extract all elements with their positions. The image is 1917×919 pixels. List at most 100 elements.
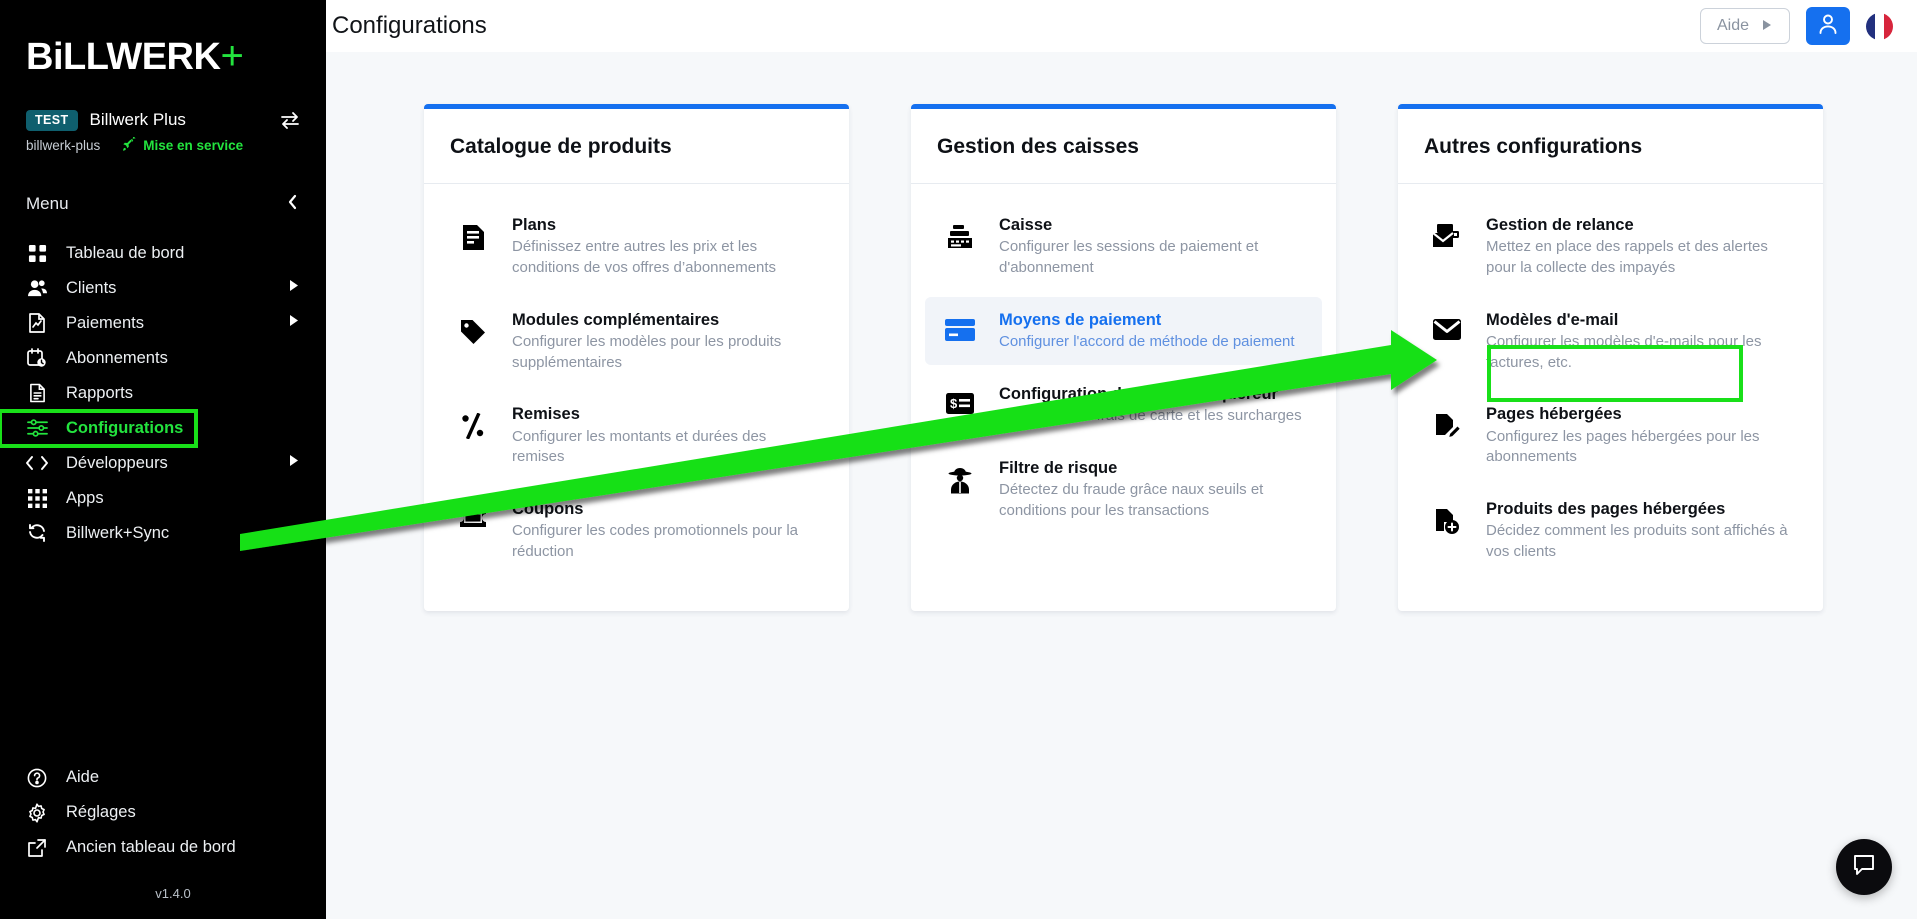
go-live-link[interactable]: Mise en service: [122, 135, 243, 155]
sync-icon: [26, 522, 48, 544]
user-icon: [1818, 13, 1838, 40]
sidebar-item-tableau-de-bord[interactable]: Tableau de bord: [0, 236, 326, 271]
card-title: Autres configurations: [1424, 135, 1643, 158]
config-item-produits-des-pages-hebergees[interactable]: Produits des pages hébergées Décidez com…: [1412, 486, 1809, 575]
card-body: Gestion de relance Mettez en place des r…: [1398, 184, 1823, 611]
menu-header: Menu: [0, 155, 326, 216]
config-item-moyens-de-paiement[interactable]: Moyens de paiement Configurer l'accord d…: [925, 296, 1322, 365]
page-title: Configurations: [332, 12, 487, 39]
config-item-pages-hebergees[interactable]: Pages hébergées Configurez les pages héb…: [1412, 391, 1809, 480]
chevron-right-icon[interactable]: [289, 454, 300, 472]
card-header: Catalogue de produits: [424, 109, 849, 184]
fee-card-icon: $: [941, 383, 979, 414]
gear-icon: [26, 802, 48, 824]
config-item-modeles-d-email[interactable]: Modèles d'e-mail Configurer les modèles …: [1412, 297, 1809, 386]
help-button[interactable]: Aide: [1699, 8, 1790, 44]
sidebar-item-label: Réglages: [66, 803, 136, 821]
sidebar-item-label: Billwerk+Sync: [66, 523, 170, 542]
flag-blue-band: [1866, 12, 1875, 40]
config-item-title: Configuration des frais d'acquéreur: [999, 384, 1278, 403]
code-icon: [26, 452, 48, 474]
config-item-desc: Décidez comment les produits sont affich…: [1486, 522, 1788, 560]
flag-red-band: [1884, 12, 1893, 40]
logo-text: BiLLWERK: [26, 36, 221, 78]
question-circle-icon: [26, 767, 48, 789]
language-selector[interactable]: [1866, 12, 1893, 40]
sidebar-item-reglages[interactable]: Réglages: [0, 795, 326, 830]
config-item-coupons[interactable]: Coupons Configurer les codes promotionne…: [438, 486, 835, 575]
sidebar-item-clients[interactable]: Clients: [0, 271, 326, 306]
config-item-title: Caisse: [999, 216, 1053, 234]
config-item-title: Pages hébergées: [1486, 405, 1622, 424]
config-item-remises[interactable]: Remises Configurer les montants et durée…: [438, 391, 835, 480]
switch-tenant-icon[interactable]: [280, 111, 300, 130]
sidebar-item-abonnements[interactable]: Abonnements: [0, 341, 326, 376]
config-item-title: Gestion de relance: [1486, 216, 1634, 234]
sidebar-item-apps[interactable]: Apps: [0, 481, 326, 516]
sidebar-item-aide[interactable]: Aide: [0, 760, 326, 795]
tag-icon: [454, 309, 492, 345]
sidebar-item-label: Configurations: [66, 418, 184, 437]
chevron-right-icon[interactable]: [289, 279, 300, 297]
chat-support-button[interactable]: [1836, 839, 1892, 895]
chevron-right-icon[interactable]: [289, 314, 300, 332]
sidebar-item-configurations[interactable]: Configurations: [0, 408, 198, 448]
collapse-sidebar-icon[interactable]: [286, 193, 300, 216]
config-item-title: Modèles d'e-mail: [1486, 310, 1619, 329]
percent-icon: [454, 403, 492, 440]
config-item-modules-complementaires[interactable]: Modules complémentaires Configurer les m…: [438, 297, 835, 386]
sidebar: BiLLWERK+ TEST Billwerk Plus billwerk-pl…: [0, 0, 326, 919]
config-item-text: Moyens de paiement Configurer l'accord d…: [999, 309, 1308, 353]
sidebar-item-billwerk-sync[interactable]: Billwerk+Sync: [0, 516, 326, 551]
config-item-text: Remises Configurer les montants et durée…: [512, 403, 821, 468]
config-item-title: Remises: [512, 405, 580, 424]
config-item-text: Modèles d'e-mail Configurer les modèles …: [1486, 309, 1795, 374]
sidebar-item-paiements[interactable]: Paiements: [0, 306, 326, 341]
cash-register-icon: [941, 214, 979, 250]
tenant-slug: billwerk-plus: [26, 138, 101, 153]
config-item-desc: Configurez les pages hébergées pour les …: [1486, 427, 1760, 466]
sidebar-item-ancien-tableau-de-bord[interactable]: Ancien tableau de bord: [0, 830, 326, 865]
card-autres-configurations: Autres configurations Gestion de relance…: [1398, 104, 1823, 611]
brand-logo[interactable]: BiLLWERK+: [0, 0, 326, 96]
config-item-text: Configuration des frais d'acquéreur Conf…: [999, 383, 1308, 427]
config-item-desc: Configurer les montants et durées des re…: [512, 427, 767, 466]
card-body: Caisse Configurer les sessions de paieme…: [911, 184, 1336, 569]
config-item-text: Plans Définissez entre autres les prix e…: [512, 214, 821, 279]
chat-bubble-icon: [1851, 852, 1877, 883]
config-item-desc: Configurer les modèles d'e-mails pour le…: [1486, 332, 1762, 371]
page-edit-icon: [1428, 403, 1466, 440]
logo-plus: +: [220, 34, 244, 78]
config-item-desc: Mettez en place des rappels et des alert…: [1486, 238, 1768, 276]
config-item-gestion-de-relance[interactable]: Gestion de relance Mettez en place des r…: [1412, 202, 1809, 291]
config-item-caisse[interactable]: Caisse Configurer les sessions de paieme…: [925, 202, 1322, 291]
sidebar-item-developpeurs[interactable]: Développeurs: [0, 446, 326, 481]
config-item-configuration-des-frais-dacquereur[interactable]: $ Configuration des frais d'acquéreur Co…: [925, 371, 1322, 439]
config-item-filtre-de-risque[interactable]: Filtre de risque Détectez du fraude grâc…: [925, 445, 1322, 534]
tenant-name: Billwerk Plus: [89, 110, 186, 130]
config-item-title: Plans: [512, 216, 557, 234]
config-item-text: Caisse Configurer les sessions de paieme…: [999, 214, 1308, 279]
page-plus-icon: [1428, 498, 1466, 535]
sidebar-item-rapports[interactable]: Rapports: [0, 376, 326, 411]
user-account-button[interactable]: [1806, 7, 1850, 45]
calendar-clock-icon: [26, 347, 48, 369]
config-item-desc: Configurer les frais de carte et les sur…: [999, 406, 1302, 424]
tenant-block: TEST Billwerk Plus billwerk-plus Mise en…: [0, 96, 326, 155]
card-header: Gestion des caisses: [911, 109, 1336, 184]
card-title: Catalogue de produits: [450, 135, 672, 158]
plan-document-icon: [454, 214, 492, 251]
sidebar-nav: Tableau de bord Clients Paiements Abonne…: [0, 236, 326, 551]
card-body: Plans Définissez entre autres les prix e…: [424, 184, 849, 611]
app-root: BiLLWERK+ TEST Billwerk Plus billwerk-pl…: [0, 0, 1917, 919]
grid-icon: [26, 242, 48, 264]
config-item-desc: Détectez du fraude grâce naux seuils et …: [999, 480, 1264, 519]
config-item-text: Produits des pages hébergées Décidez com…: [1486, 498, 1795, 563]
document-icon: [26, 382, 48, 404]
tenant-environment-badge: TEST: [26, 110, 78, 131]
config-item-text: Coupons Configurer les codes promotionne…: [512, 498, 821, 563]
config-item-title: Produits des pages hébergées: [1486, 499, 1726, 518]
config-item-desc: Configurer l'accord de méthode de paieme…: [999, 332, 1295, 350]
config-item-plans[interactable]: Plans Définissez entre autres les prix e…: [438, 202, 835, 291]
topbar: Configurations Aide: [326, 0, 1917, 52]
